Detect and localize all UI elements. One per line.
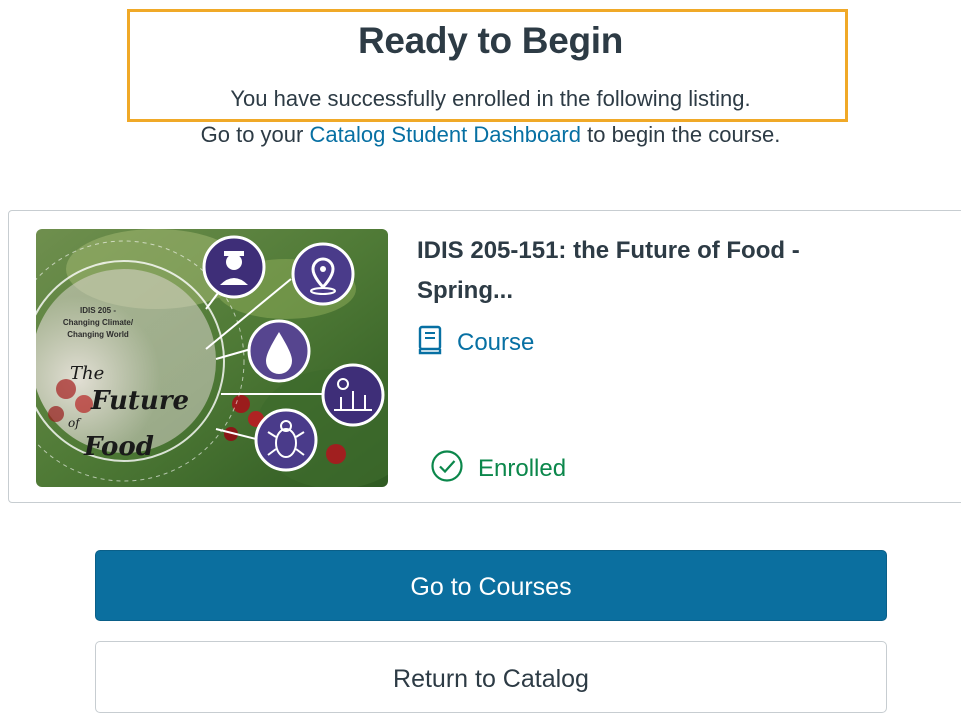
course-image: IDIS 205 - Changing Climate/ Changing Wo… (36, 229, 388, 487)
book-icon (417, 325, 443, 362)
listing-type-label: Course (457, 329, 535, 356)
enrollment-status-label: Enrolled (478, 455, 567, 482)
crops-icon (321, 363, 385, 427)
instruction-suffix: to begin the course. (581, 122, 781, 147)
dashboard-instruction: Go to your Catalog Student Dashboard to … (0, 122, 961, 148)
image-caption-2: Changing Climate/ (63, 318, 134, 327)
page-title: Ready to Begin (357, 20, 624, 61)
image-caption-3: Changing World (67, 330, 129, 339)
go-to-courses-button[interactable]: Go to Courses (95, 550, 887, 621)
farmer-icon (202, 235, 266, 299)
instruction-prefix: Go to your (200, 122, 310, 147)
image-caption-1: IDIS 205 - (80, 306, 116, 315)
listing-type: Course (417, 325, 534, 361)
check-circle-icon (430, 449, 464, 490)
image-script-food: Food (83, 432, 154, 462)
location-pin-icon (291, 242, 355, 306)
catalog-dashboard-link[interactable]: Catalog Student Dashboard (309, 122, 581, 147)
image-script-the: The (70, 363, 104, 384)
enrollment-status: Enrolled (430, 449, 566, 489)
listing-card: IDIS 205 - Changing Climate/ Changing Wo… (8, 210, 961, 503)
bug-icon (254, 408, 318, 472)
enrollment-message: You have successfully enrolled in the fo… (230, 86, 751, 111)
course-title[interactable]: IDIS 205-151: the Future of Food - Sprin… (417, 231, 887, 311)
water-drop-icon (247, 319, 311, 383)
image-script-future: Future (90, 386, 189, 416)
return-to-catalog-button[interactable]: Return to Catalog (95, 641, 887, 713)
